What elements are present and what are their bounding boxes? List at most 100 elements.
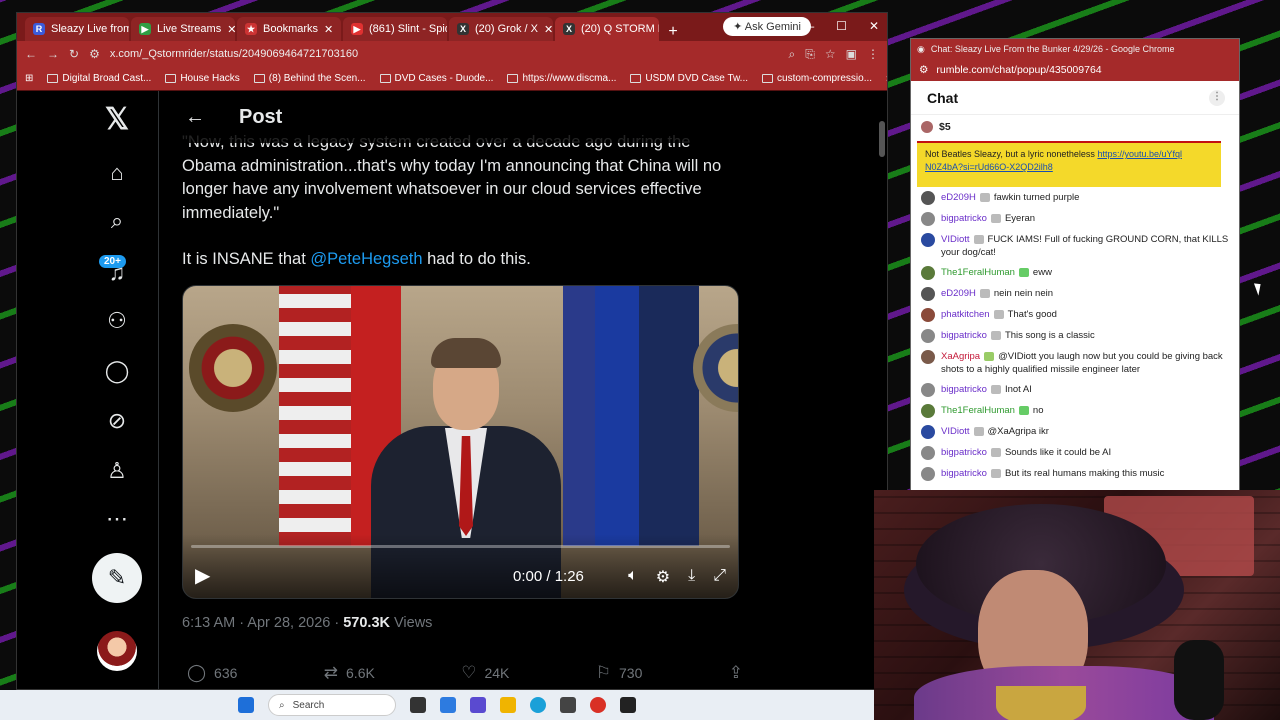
chat-username[interactable]: The1FeralHuman	[941, 267, 1015, 278]
forward-icon[interactable]: →	[47, 47, 59, 61]
chat-username[interactable]: bigpatricko	[941, 468, 987, 479]
compose-post-button[interactable]: ✎	[92, 553, 142, 603]
post-timestamp[interactable]: 6:13 AM · Apr 28, 2026 ·	[182, 615, 343, 631]
chat-avatar[interactable]	[921, 191, 935, 205]
taskbar-search[interactable]: ⌕ Search	[268, 694, 396, 716]
bookmarks-overflow-icon[interactable]: »	[886, 73, 887, 84]
zoom-icon[interactable]: ⌕	[789, 47, 796, 62]
browser-tab[interactable]: X (20) Grok / X ✕	[449, 17, 553, 41]
settings-icon[interactable]: ⚙	[656, 567, 670, 587]
bookmark-item[interactable]: Digital Broad Cast...	[47, 73, 151, 84]
teams-icon[interactable]	[470, 697, 486, 713]
bookmark-item[interactable]: USDM DVD Case Tw...	[630, 73, 748, 84]
chat-avatar[interactable]	[921, 266, 935, 280]
chat-options-icon[interactable]: ⋮	[1209, 90, 1225, 106]
apps-icon[interactable]: ⊞	[25, 73, 33, 84]
grok-icon[interactable]: ⊘	[103, 407, 131, 435]
fullscreen-icon[interactable]: ⤢	[713, 567, 726, 587]
more-icon[interactable]: ⋯	[103, 505, 131, 533]
scrollbar[interactable]	[879, 121, 885, 157]
chat-username[interactable]: VIDiott	[941, 426, 970, 437]
share-icon[interactable]: ⎘	[805, 47, 815, 62]
explore-search-icon[interactable]: ⌕	[103, 207, 131, 235]
chat-avatar[interactable]	[921, 233, 935, 247]
chat-username[interactable]: bigpatricko	[941, 330, 987, 341]
copilot-icon[interactable]	[440, 697, 456, 713]
chat-avatar[interactable]	[921, 446, 935, 460]
ask-gemini-button[interactable]: ✦ Ask Gemini	[723, 17, 811, 36]
pip-icon[interactable]: ⤓	[688, 567, 695, 587]
bookmark-item[interactable]: (8) Behind the Scen...	[253, 73, 366, 84]
reply-button[interactable]: ◯ 636	[187, 663, 237, 683]
back-icon[interactable]: ←	[25, 47, 37, 61]
chat-url[interactable]: rumble.com/chat/popup/435009764	[936, 64, 1101, 76]
chat-window-title: Chat: Sleazy Live From the Bunker 4/29/2…	[930, 44, 1175, 54]
chat-avatar[interactable]	[921, 329, 935, 343]
task-view-icon[interactable]	[410, 697, 426, 713]
site-info-icon[interactable]: ⚙	[919, 64, 928, 76]
profile-icon[interactable]: ♙	[103, 457, 131, 485]
chat-username[interactable]: phatkitchen	[941, 309, 990, 320]
messages-icon[interactable]: ◯	[103, 357, 131, 385]
repost-button[interactable]: ⇄ 6.6K	[324, 663, 375, 683]
bookmark-item[interactable]: https://www.discma...	[507, 73, 616, 84]
chrome-taskbar-icon[interactable]	[590, 697, 606, 713]
chat-username[interactable]: XaAgripa	[941, 351, 980, 362]
chat-avatar[interactable]	[921, 308, 935, 322]
minimize-icon[interactable]: –	[807, 19, 814, 33]
edge-icon[interactable]	[530, 697, 546, 713]
browser-tab[interactable]: ▶(861) Slint - Spid✕	[343, 17, 447, 41]
bookmark-item[interactable]: custom-compressio...	[762, 73, 872, 84]
chat-username[interactable]: bigpatricko	[941, 213, 987, 224]
chat-avatar[interactable]	[921, 287, 935, 301]
menu-icon[interactable]: ⋮	[867, 47, 879, 61]
browser-tab[interactable]: ▶ Live Streams ✕	[131, 17, 235, 41]
x-logo-icon[interactable]: 𝕏	[103, 103, 131, 136]
bookmark-item[interactable]: House Hacks	[165, 73, 240, 84]
back-arrow-icon[interactable]: ←	[185, 106, 205, 129]
chat-username[interactable]: bigpatricko	[941, 384, 987, 395]
url-field[interactable]: x.com/_Qstormrider/status/20490694647217…	[110, 48, 779, 60]
chat-username[interactable]: eD209H	[941, 192, 976, 203]
chat-username[interactable]: The1FeralHuman	[941, 405, 1015, 416]
volume-icon[interactable]: 🔈︎	[628, 567, 638, 587]
play-icon[interactable]: ▶	[195, 563, 210, 588]
folder-icon	[47, 74, 59, 83]
like-button[interactable]: ♡ 24K	[461, 663, 509, 683]
windows-start-icon[interactable]	[238, 697, 254, 713]
extension-icon[interactable]: ▣	[846, 47, 857, 61]
file-explorer-icon[interactable]	[500, 697, 516, 713]
store-icon[interactable]	[560, 697, 576, 713]
mention-link[interactable]: @PeteHegseth	[310, 250, 422, 268]
browser-tab[interactable]: RSleazy Live from✕	[25, 17, 129, 41]
browser-tab[interactable]: X(20) Q STORM R✕	[555, 17, 659, 41]
site-info-icon[interactable]: ⚙	[89, 47, 100, 61]
video-progress-bar[interactable]	[191, 545, 730, 548]
video-player[interactable]: ▶ 0:00 / 1:26 🔈︎ ⚙ ⤓ ⤢	[182, 285, 739, 599]
account-avatar[interactable]	[97, 631, 137, 671]
chat-avatar[interactable]	[921, 383, 935, 397]
browser-tab[interactable]: ★ Bookmarks ✕	[237, 17, 341, 41]
tab-close-icon[interactable]: ✕	[324, 23, 333, 36]
bookmark-item[interactable]: DVD Cases - Duode...	[379, 73, 493, 84]
maximize-icon[interactable]: ☐	[836, 19, 847, 33]
chat-avatar[interactable]	[921, 350, 935, 364]
bookmark-star-icon[interactable]: ☆	[825, 47, 836, 61]
home-icon[interactable]: ⌂	[103, 159, 131, 187]
chat-username[interactable]: eD209H	[941, 288, 976, 299]
reload-icon[interactable]: ↻	[69, 47, 79, 61]
follow-person-icon[interactable]: ⚇	[103, 307, 131, 335]
close-icon[interactable]: ✕	[869, 19, 879, 33]
share-button[interactable]: ⇪	[729, 663, 743, 683]
tab-close-icon[interactable]: ✕	[544, 23, 553, 36]
chat-username[interactable]: VIDiott	[941, 234, 970, 245]
chat-avatar[interactable]	[921, 467, 935, 481]
new-tab-button[interactable]: +	[661, 23, 685, 41]
chat-username[interactable]: bigpatricko	[941, 447, 987, 458]
chat-avatar[interactable]	[921, 404, 935, 418]
chat-avatar[interactable]	[921, 212, 935, 226]
chat-avatar[interactable]	[921, 425, 935, 439]
obs-icon[interactable]	[620, 697, 636, 713]
bookmark-button[interactable]: ⚐ 730	[596, 663, 643, 683]
tab-close-icon[interactable]: ✕	[227, 23, 235, 36]
